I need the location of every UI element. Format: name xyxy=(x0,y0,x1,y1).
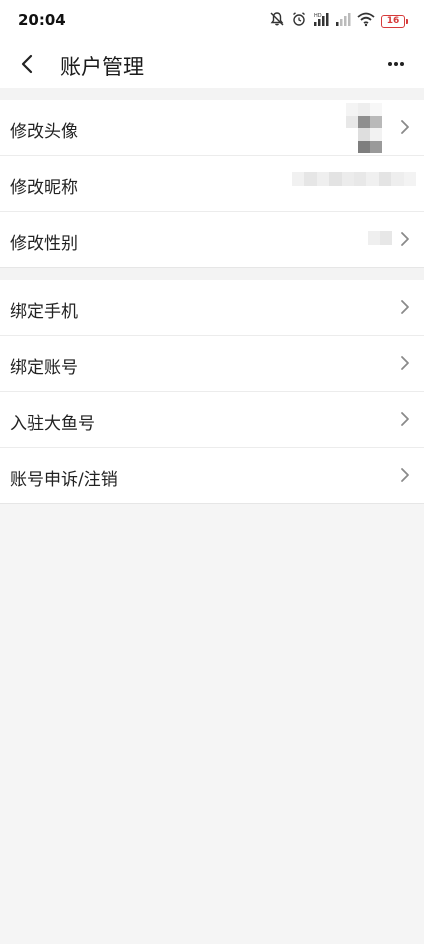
row-label: 绑定手机 xyxy=(10,302,78,322)
row-label: 入驻大鱼号 xyxy=(10,414,95,434)
edit-avatar-row[interactable]: 修改头像 xyxy=(0,100,424,156)
row-label: 修改头像 xyxy=(10,122,78,142)
edit-nickname-row[interactable]: 修改昵称 xyxy=(0,156,424,212)
signal-icon: HD xyxy=(313,11,329,31)
chevron-right-icon xyxy=(401,356,409,370)
signal-weak-icon xyxy=(335,11,351,31)
avatar xyxy=(346,103,382,153)
back-button[interactable] xyxy=(12,48,42,80)
chevron-left-icon xyxy=(21,54,33,74)
chevron-right-icon xyxy=(401,412,409,426)
nickname-value-redacted xyxy=(292,172,417,186)
battery-level: 16 xyxy=(381,14,405,28)
more-horizontal-icon xyxy=(388,62,404,66)
more-button[interactable] xyxy=(382,52,410,76)
bell-off-icon xyxy=(269,11,285,31)
row-label: 修改性别 xyxy=(10,234,78,254)
row-label: 绑定账号 xyxy=(10,358,78,378)
account-settings-group: 绑定手机 绑定账号 入驻大鱼号 账号申诉/注销 xyxy=(0,280,424,504)
page-title: 账户管理 xyxy=(60,55,144,79)
section-spacer xyxy=(0,88,424,100)
row-label: 修改昵称 xyxy=(10,178,78,198)
bind-account-row[interactable]: 绑定账号 xyxy=(0,336,424,392)
chevron-right-icon xyxy=(401,232,409,246)
status-time: 20:04 xyxy=(18,11,66,29)
alarm-icon xyxy=(291,11,307,31)
empty-background xyxy=(0,504,424,944)
gender-value-redacted xyxy=(368,231,392,245)
app-header: 账户管理 xyxy=(0,40,424,88)
bind-phone-row[interactable]: 绑定手机 xyxy=(0,280,424,336)
edit-gender-row[interactable]: 修改性别 xyxy=(0,212,424,268)
battery-icon: 16 xyxy=(381,14,408,28)
status-bar: 20:04 HD 16 xyxy=(0,0,424,40)
profile-settings-group: 修改头像 修改昵称 修改性别 xyxy=(0,100,424,268)
status-icons: HD 16 xyxy=(269,11,408,31)
wifi-icon xyxy=(357,11,375,31)
chevron-right-icon xyxy=(401,468,409,482)
account-appeal-cancel-row[interactable]: 账号申诉/注销 xyxy=(0,448,424,504)
chevron-right-icon xyxy=(401,120,409,134)
section-spacer xyxy=(0,268,424,280)
join-dayu-row[interactable]: 入驻大鱼号 xyxy=(0,392,424,448)
chevron-right-icon xyxy=(401,300,409,314)
svg-text:HD: HD xyxy=(314,13,322,19)
row-label: 账号申诉/注销 xyxy=(10,470,118,490)
